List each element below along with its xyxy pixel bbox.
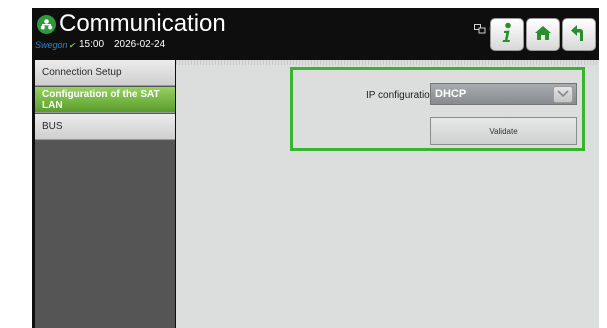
back-arrow-icon xyxy=(570,24,588,46)
sidebar-item-bus[interactable]: BUS xyxy=(35,114,175,140)
sidebar-item-label: Configuration of the SAT LAN xyxy=(42,88,160,111)
validate-button[interactable]: Validate xyxy=(430,117,577,145)
ip-configuration-value: DHCP xyxy=(435,88,467,100)
ip-configuration-select[interactable]: DHCP xyxy=(430,83,577,105)
leaf-icon: ✔ xyxy=(68,41,76,50)
sidebar-item-sat-lan-configuration[interactable]: Configuration of the SAT LAN xyxy=(35,87,175,113)
content-divider xyxy=(176,60,599,65)
network-icon xyxy=(474,19,486,38)
ip-configuration-label: IP configuration xyxy=(366,90,436,101)
home-icon xyxy=(534,25,552,45)
page-title: Communication xyxy=(59,10,226,37)
info-button[interactable] xyxy=(490,18,524,51)
chevron-down-icon[interactable] xyxy=(553,85,573,103)
sidebar-item-label: Connection Setup xyxy=(42,67,122,78)
info-icon xyxy=(499,22,515,48)
main-content: IP configuration DHCP Validate xyxy=(176,60,599,328)
clock: 15:00 xyxy=(79,39,105,50)
sidebar-item-connection-setup[interactable]: Connection Setup xyxy=(35,60,175,86)
home-button[interactable] xyxy=(526,18,560,51)
sidebar-empty-area xyxy=(35,142,175,328)
app-window: Communication Swegon✔ 15:00 2026-02-24 C… xyxy=(32,8,599,328)
brand-name: Swegon xyxy=(35,40,68,50)
brand-logo: Swegon✔ xyxy=(35,40,75,50)
date: 2026-02-24 xyxy=(114,39,166,50)
sidebar: Connection Setup Configuration of the SA… xyxy=(35,60,175,328)
sidebar-item-label: BUS xyxy=(42,121,63,132)
back-button[interactable] xyxy=(562,18,596,51)
header: Communication Swegon✔ 15:00 2026-02-24 xyxy=(32,8,599,58)
communication-icon xyxy=(37,15,56,34)
